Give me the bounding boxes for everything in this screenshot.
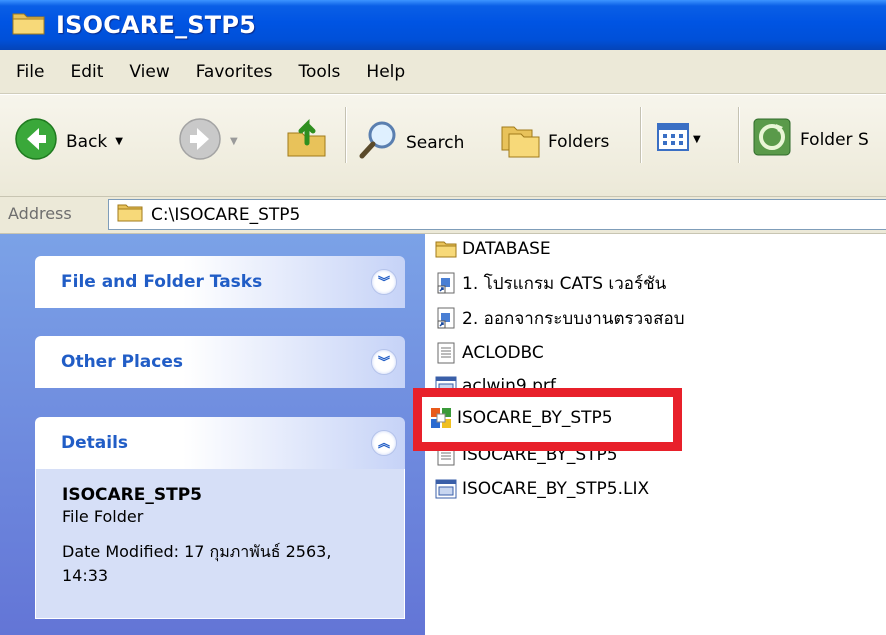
views-button[interactable]: ▼ — [657, 121, 701, 158]
up-folder-icon — [285, 115, 331, 166]
back-arrow-icon — [14, 117, 58, 166]
list-item[interactable]: ACLODBC — [435, 338, 544, 368]
search-label: Search — [406, 132, 465, 153]
app-file-icon — [435, 478, 457, 500]
file-name: ISOCARE_BY_STP5.LIX — [462, 479, 650, 499]
folders-icon — [500, 119, 542, 164]
folders-button[interactable]: Folders — [500, 119, 609, 164]
other-places-panel: Other Places ︾ — [35, 336, 405, 388]
toolbar-separator — [738, 107, 739, 163]
details-header[interactable]: Details ︽ — [35, 417, 405, 469]
toolbar: Back ▼ ▼ Search Folders ▼ Folder S — [0, 95, 886, 197]
folder-icon — [117, 202, 143, 227]
menu-view[interactable]: View — [116, 62, 182, 82]
file-folder-tasks-header[interactable]: File and Folder Tasks ︾ — [35, 256, 405, 308]
file-name: 2. ออกจากระบบงานตรวจสอบ — [462, 308, 685, 329]
toolbar-separator — [345, 107, 346, 163]
application-icon — [430, 407, 452, 429]
list-item[interactable]: 2. ออกจากระบบงานตรวจสอบ — [435, 303, 685, 333]
details-body: ISOCARE_STP5 File Folder Date Modified: … — [35, 469, 405, 619]
search-button[interactable]: Search — [358, 119, 464, 166]
back-label: Back — [66, 131, 108, 152]
other-places-header[interactable]: Other Places ︾ — [35, 336, 405, 388]
task-pane: File and Folder Tasks ︾ Other Places ︾ D… — [0, 234, 425, 635]
address-path: C:\ISOCARE_STP5 — [151, 204, 301, 225]
folder-sync-button[interactable]: Folder S — [752, 117, 869, 162]
chevron-down-icon[interactable]: ▼ — [693, 134, 701, 145]
menu-help[interactable]: Help — [353, 62, 418, 82]
address-label: Address — [8, 204, 72, 223]
detail-name: ISOCARE_STP5 — [62, 485, 202, 505]
list-item[interactable]: 1. โปรแกรม CATS เวอร์ชัน — [435, 268, 666, 298]
folder-sync-icon — [752, 117, 792, 162]
address-bar: Address C:\ISOCARE_STP5 — [0, 197, 886, 234]
file-name: ISOCARE_BY_STP5 — [457, 408, 613, 428]
up-folder-button[interactable] — [285, 115, 331, 166]
file-name: ACLODBC — [462, 343, 544, 363]
folder-sync-label: Folder S — [800, 129, 869, 150]
detail-date-modified: Date Modified: 17 กุมภาพันธ์ 2563, 14:33 — [62, 542, 332, 585]
text-file-icon — [435, 342, 457, 364]
chevron-down-icon[interactable]: ▼ — [230, 136, 238, 147]
file-name: 1. โปรแกรม CATS เวอร์ชัน — [462, 273, 667, 294]
toolbar-separator — [640, 107, 641, 163]
forward-button[interactable]: ▼ — [178, 117, 238, 166]
panel-title: Other Places — [61, 352, 183, 372]
shortcut-icon — [435, 272, 457, 294]
menu-bar: File Edit View Favorites Tools Help — [0, 50, 886, 94]
forward-arrow-icon — [178, 117, 222, 166]
address-input[interactable]: C:\ISOCARE_STP5 — [108, 199, 886, 230]
list-item[interactable]: ISOCARE_BY_STP5.LIX — [435, 474, 649, 504]
menu-favorites[interactable]: Favorites — [183, 62, 286, 82]
folder-icon — [435, 238, 457, 260]
details-panel: Details ︽ ISOCARE_STP5 File Folder Date … — [35, 417, 405, 619]
detail-type: File Folder — [62, 507, 144, 526]
panel-title: Details — [61, 433, 129, 453]
menu-tools[interactable]: Tools — [286, 62, 354, 82]
list-item[interactable]: DATABASE — [435, 234, 551, 264]
title-bar: ISOCARE_STP5 — [0, 0, 886, 50]
menu-edit[interactable]: Edit — [57, 62, 116, 82]
file-folder-tasks-panel: File and Folder Tasks ︾ — [35, 256, 405, 308]
folder-icon — [12, 10, 46, 41]
window-title: ISOCARE_STP5 — [56, 11, 257, 39]
file-name: DATABASE — [462, 239, 551, 259]
back-button[interactable]: Back ▼ — [14, 117, 123, 166]
highlight-box: ISOCARE_BY_STP5 — [413, 388, 682, 451]
expand-chevron-icon[interactable]: ︾ — [371, 349, 397, 375]
menu-file[interactable]: File — [0, 62, 57, 82]
expand-chevron-icon[interactable]: ︾ — [371, 269, 397, 295]
folders-label: Folders — [548, 131, 610, 152]
collapse-chevron-icon[interactable]: ︽ — [371, 430, 397, 456]
views-grid-icon — [657, 121, 689, 158]
chevron-down-icon[interactable]: ▼ — [115, 136, 123, 147]
panel-title: File and Folder Tasks — [61, 272, 263, 292]
shortcut-icon — [435, 307, 457, 329]
list-item[interactable]: ISOCARE_BY_STP5 — [430, 403, 613, 433]
search-icon — [358, 119, 400, 166]
